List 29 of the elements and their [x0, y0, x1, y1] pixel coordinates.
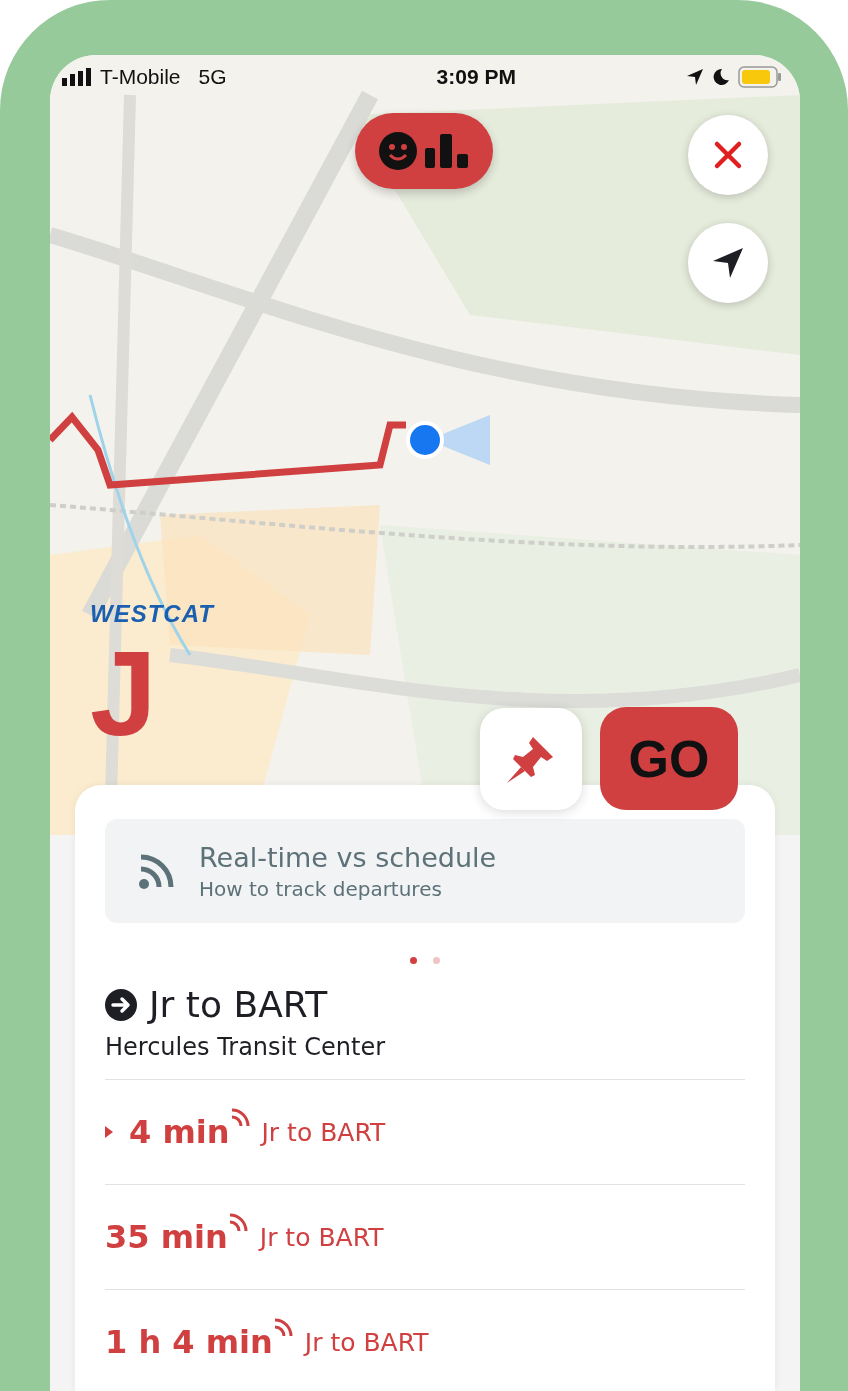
close-icon: [713, 140, 743, 170]
departure-headsign: Jr to BART: [259, 1222, 384, 1252]
route-name: Jr to BART: [149, 984, 328, 1025]
agency-logo: WESTCAT: [90, 600, 214, 628]
bar-chart-icon: [425, 134, 469, 168]
navigation-arrow-icon: [711, 246, 745, 280]
info-title: Real-time vs schedule: [199, 841, 497, 873]
info-subtitle: How to track departures: [199, 876, 443, 901]
network-type: 5G: [198, 65, 227, 89]
arrow-circle-icon: [105, 988, 137, 1021]
departure-headsign: Jr to BART: [261, 1117, 386, 1147]
location-arrow-icon: [686, 68, 704, 86]
info-card[interactable]: Real-time vs schedule How to track departures: [105, 819, 745, 923]
carrier-name: T-Mobile: [100, 65, 181, 89]
go-button[interactable]: GO: [600, 707, 738, 810]
page-dot[interactable]: [410, 957, 417, 964]
departure-time: 4 min: [129, 1113, 230, 1151]
battery-icon: [738, 66, 782, 88]
departure-headsign: Jr to BART: [304, 1327, 429, 1357]
route-letter: J: [90, 633, 157, 753]
moon-icon: [712, 68, 730, 86]
stop-name: Hercules Transit Center: [105, 1033, 387, 1061]
status-time: 3:09 PM: [436, 65, 516, 89]
signal-icon: [62, 68, 92, 86]
smiley-icon: [379, 132, 417, 170]
departure-time: 35 min: [105, 1218, 228, 1256]
departure-time: 1 h 4 min: [105, 1323, 273, 1361]
page-dot[interactable]: [433, 957, 440, 964]
pin-button[interactable]: [480, 708, 582, 810]
